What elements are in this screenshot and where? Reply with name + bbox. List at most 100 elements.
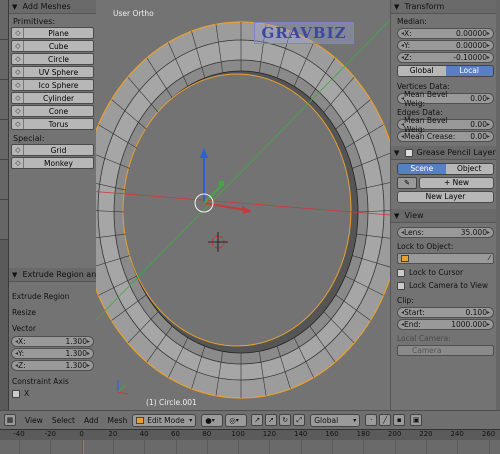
vertex-bevel-weight-field[interactable]: ◂ Mean Bevel Weig: 0.00 ▸ [397, 90, 494, 108]
field-value: 0.00 [470, 132, 487, 141]
transform-space-toggle[interactable]: Global Local [397, 65, 494, 77]
rotate-manipulator-icon[interactable]: ↻ [279, 414, 292, 426]
field-key: Mean Crease: [404, 132, 456, 141]
add-cube-button[interactable]: ◇ Cube [11, 40, 94, 52]
menu-view[interactable]: View [25, 416, 43, 425]
limit-selection-icon[interactable]: ▣ [410, 414, 423, 426]
timeline-gridline [112, 440, 114, 454]
add-cylinder-button[interactable]: ◇ Cylinder [11, 92, 94, 104]
circle-icon: ◇ [13, 54, 24, 64]
menu-select[interactable]: Select [52, 416, 75, 425]
uv-sphere-icon: ◇ [13, 67, 24, 77]
local-option[interactable]: Local [445, 66, 493, 76]
button-label: Cylinder [42, 93, 75, 103]
pivot-point-dropdown[interactable]: ◎ ▾ [225, 413, 248, 427]
edge-crease-field[interactable]: ◂ Mean Crease: 0.00 ▸ [397, 131, 494, 142]
view-header[interactable]: ▼ View [391, 209, 500, 223]
global-option[interactable]: Global [398, 66, 446, 76]
mode-dropdown[interactable]: Edit Mode ▾ [132, 413, 197, 427]
tab-animation[interactable] [0, 120, 8, 160]
vector-y-field[interactable]: ◂ Y: 1.300 ▸ [11, 348, 94, 359]
lock-to-cursor-checkbox[interactable]: Lock to Cursor [391, 265, 500, 280]
view-name: User Ortho [113, 9, 154, 18]
lock-camera-to-view-checkbox[interactable]: Lock Camera to View [391, 280, 500, 293]
tab-create[interactable] [0, 40, 8, 80]
constraint-axis-label: Constraint Axis [12, 377, 69, 386]
grease-pencil-source-toggle[interactable]: Scene Object [397, 163, 494, 175]
timeline[interactable]: -40 -20 0 20 40 60 80 100 120 140 160 180 200 220 240 2… [0, 429, 500, 454]
manipulator-toggle-icon[interactable]: ↗ [251, 414, 264, 426]
translate-manipulator-icon[interactable]: ➚ [265, 414, 278, 426]
add-meshes-title: Add Meshes [22, 2, 71, 11]
chevron-down-icon: ▾ [211, 416, 215, 424]
grease-pencil-header[interactable]: ▼ Grease Pencil Layers [391, 146, 500, 160]
tool-shelf-tabs[interactable] [0, 0, 9, 410]
transform-header[interactable]: ▼ Transform [391, 0, 500, 14]
clip-start-field[interactable]: ◂ Start: 0.100 ▸ [397, 307, 494, 318]
timeline-ruler[interactable]: -40 -20 0 20 40 60 80 100 120 140 160 180 200 220 240 2… [0, 430, 500, 440]
median-y-field[interactable]: ◂ Y: 0.00000 ▸ [397, 40, 494, 51]
scene-option[interactable]: Scene [398, 164, 446, 174]
tab-tools[interactable] [0, 0, 8, 40]
field-value: 0.100 [465, 308, 487, 317]
edit-mode-icon [136, 416, 145, 424]
timeline-tick-label: -20 [44, 430, 57, 438]
edge-select-icon[interactable]: ╱ [379, 414, 392, 426]
timeline-tick-label: 260 [481, 430, 496, 438]
operator-header[interactable]: ▼ Extrude Region and [9, 268, 101, 282]
timeline-gridline [394, 440, 396, 454]
median-z-field[interactable]: ◂ Z: -0.10000 ▸ [397, 52, 494, 63]
timeline-gridline [144, 440, 146, 454]
clip-end-field[interactable]: ◂ End: 1000.000 ▸ [397, 319, 494, 330]
orientation-dropdown[interactable]: Global ▾ [310, 413, 361, 427]
add-cone-button[interactable]: ◇ Cone [11, 105, 94, 117]
3d-viewport[interactable]: User Ortho GRAVBIZ (1) Circle.001 [96, 0, 390, 410]
timeline-gridline [363, 440, 365, 454]
new-grease-pencil-button[interactable]: + New [419, 177, 494, 189]
new-layer-button[interactable]: New Layer [397, 191, 494, 203]
tab-grease-pencil[interactable] [0, 200, 8, 240]
lock-object-field[interactable]: ⁄ [397, 253, 494, 264]
checkbox-icon[interactable] [12, 390, 20, 398]
active-object-label: (1) Circle.001 [146, 398, 197, 407]
timeline-tick-label: 220 [419, 430, 433, 438]
tab-physics[interactable] [0, 160, 8, 200]
checkbox-icon[interactable] [397, 269, 405, 277]
field-key: Z: [18, 361, 26, 370]
viewport-canvas[interactable] [96, 0, 390, 410]
tab-relations[interactable] [0, 80, 8, 120]
menu-add[interactable]: Add [84, 416, 99, 425]
current-frame-marker[interactable] [83, 440, 84, 454]
constraint-x-checkbox[interactable]: X [9, 388, 96, 400]
add-torus-button[interactable]: ◇ Torus [11, 118, 94, 130]
vector-z-field[interactable]: ◂ Z: 1.300 ▸ [11, 360, 94, 371]
timeline-gridline [332, 440, 333, 454]
editor-type-icon[interactable]: ▦ [4, 414, 16, 426]
local-camera-field[interactable]: Camera [397, 345, 494, 356]
median-fields: ◂ X: 0.00000 ▸ ◂ Y: 0.00000 ▸ ◂ Z: -0.10000 ▸ [391, 28, 500, 63]
object-option[interactable]: Object [445, 164, 493, 174]
vertex-select-icon[interactable]: · [365, 414, 378, 426]
add-meshes-header[interactable]: ▼ Add Meshes [9, 0, 96, 14]
lens-field[interactable]: ◂ Lens: 35.000 ▸ [397, 227, 494, 238]
scale-manipulator-icon[interactable]: ⤢ [293, 414, 306, 426]
add-grid-button[interactable]: ◇ Grid [11, 144, 94, 156]
pencil-icon[interactable]: ✎ [397, 177, 417, 189]
viewport-shading-dropdown[interactable]: ● ▾ [201, 413, 224, 427]
grease-pencil-enable-checkbox[interactable] [404, 148, 413, 157]
add-circle-button[interactable]: ◇ Circle [11, 53, 94, 65]
median-x-field[interactable]: ◂ X: 0.00000 ▸ [397, 28, 494, 39]
edge-bevel-weight-field[interactable]: ◂ Mean Bevel Weig: 0.00 ▸ [397, 116, 494, 134]
add-plane-button[interactable]: ◇ Plane [11, 27, 94, 39]
field-value: 0.00000 [455, 29, 487, 38]
face-select-icon[interactable]: ▪ [393, 414, 406, 426]
menu-mesh[interactable]: Mesh [107, 416, 127, 425]
eyedropper-icon[interactable]: ⁄ [489, 254, 490, 262]
add-uv-sphere-button[interactable]: ◇ UV Sphere [11, 66, 94, 78]
operator-title: Extrude Region and [22, 270, 102, 279]
panel-scrollbar[interactable] [496, 0, 500, 410]
add-ico-sphere-button[interactable]: ◇ Ico Sphere [11, 79, 94, 91]
checkbox-icon[interactable] [397, 282, 405, 290]
add-monkey-button[interactable]: ◇ Monkey [11, 157, 94, 169]
vector-x-field[interactable]: ◂ X: 1.300 ▸ [11, 336, 94, 347]
